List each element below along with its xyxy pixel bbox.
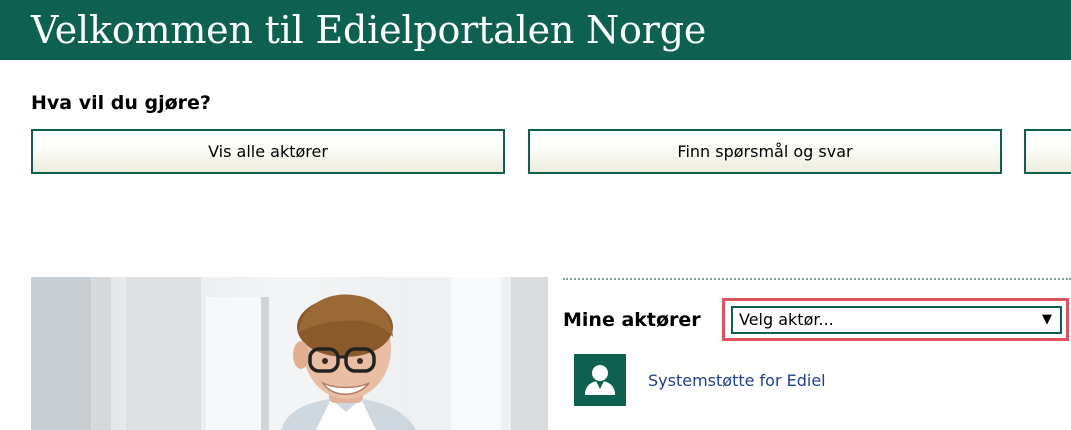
- person-icon: [574, 354, 626, 406]
- actor-select-value: Velg aktør...: [739, 310, 834, 329]
- chevron-down-icon: ▼: [1042, 312, 1052, 327]
- intro-question: Hva vil du gjøre?: [31, 92, 211, 114]
- actor-link-systemstotte[interactable]: Systemstøtte for Ediel: [648, 370, 826, 392]
- find-faq-button[interactable]: Finn spørsmål og svar: [528, 129, 1002, 174]
- page-title: Velkommen til Edielportalen Norge: [31, 8, 707, 52]
- section-divider: [563, 278, 1071, 280]
- hero-photo: [31, 277, 548, 430]
- actor-select[interactable]: Velg aktør... ▼: [731, 306, 1062, 334]
- page-banner: Velkommen til Edielportalen Norge: [0, 0, 1071, 60]
- my-actors-heading: Mine aktører: [563, 309, 701, 331]
- show-all-actors-button[interactable]: Vis alle aktører: [31, 129, 505, 174]
- third-action-button[interactable]: [1024, 129, 1071, 174]
